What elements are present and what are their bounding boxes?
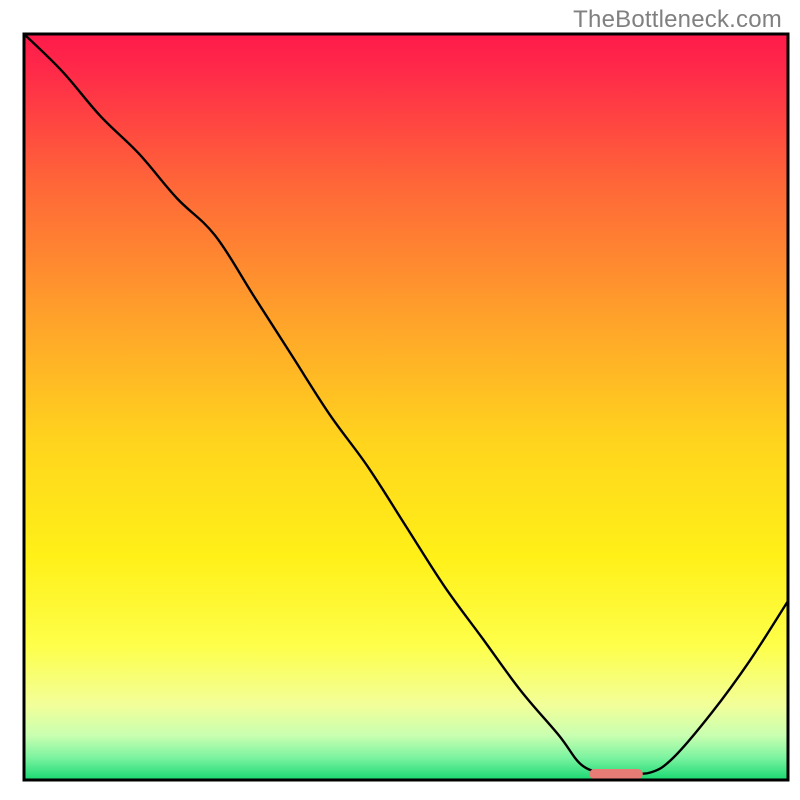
chart-background: [24, 34, 788, 780]
optimal-marker: [589, 769, 642, 779]
bottleneck-chart: [0, 0, 800, 800]
